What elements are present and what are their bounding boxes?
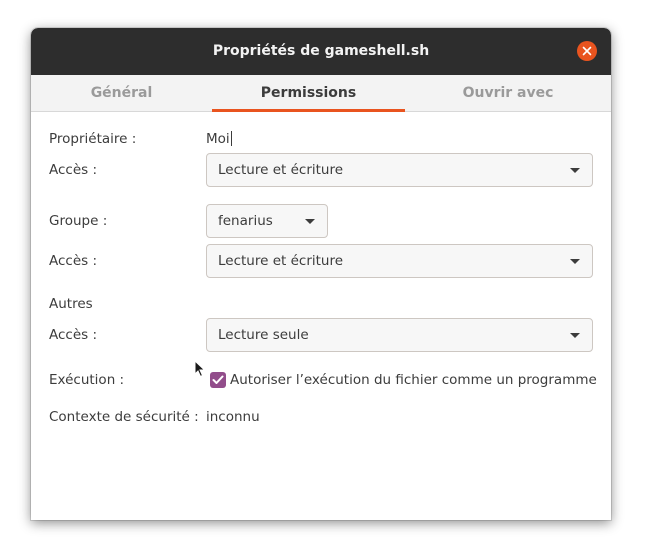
owner-access-value: Lecture et écriture	[218, 162, 344, 178]
chevron-down-icon	[570, 168, 580, 173]
chevron-down-icon	[305, 219, 315, 224]
group-access-label: Accès :	[49, 253, 98, 269]
others-access-value: Lecture seule	[218, 327, 309, 343]
others-label: Autres	[49, 296, 93, 312]
tab-general[interactable]: Général	[31, 75, 212, 111]
tab-open-with[interactable]: Ouvrir avec	[405, 75, 611, 111]
checkmark-icon	[212, 375, 224, 384]
owner-value-text: Moi	[206, 131, 230, 147]
titlebar[interactable]: Propriétés de gameshell.sh	[31, 28, 611, 75]
execute-checkbox[interactable]	[210, 372, 226, 388]
text-caret	[230, 131, 232, 146]
security-context-value: inconnu	[206, 409, 260, 425]
others-access-select[interactable]: Lecture seule	[206, 318, 593, 352]
close-icon	[582, 46, 592, 56]
tab-permissions[interactable]: Permissions	[212, 75, 405, 112]
close-button[interactable]	[577, 41, 597, 61]
properties-dialog: Propriétés de gameshell.sh Général Permi…	[31, 28, 611, 520]
tab-general-label: Général	[90, 85, 153, 101]
mouse-pointer-icon	[194, 360, 206, 378]
group-access-select[interactable]: Lecture et écriture	[206, 244, 593, 278]
tab-open-with-label: Ouvrir avec	[462, 85, 554, 101]
chevron-down-icon	[570, 259, 580, 264]
tab-permissions-label: Permissions	[260, 85, 357, 101]
owner-label: Propriétaire :	[49, 131, 137, 147]
chevron-down-icon	[570, 333, 580, 338]
execution-label: Exécution :	[49, 372, 125, 388]
owner-access-label: Accès :	[49, 162, 98, 178]
security-context-label: Contexte de sécurité :	[49, 409, 199, 425]
active-tab-indicator	[212, 109, 405, 112]
owner-access-select[interactable]: Lecture et écriture	[206, 153, 593, 187]
group-value: fenarius	[218, 213, 273, 229]
group-label: Groupe :	[49, 213, 108, 229]
execute-checkbox-label[interactable]: Autoriser l’exécution du fichier comme u…	[230, 372, 597, 388]
window-title: Propriétés de gameshell.sh	[212, 43, 430, 59]
owner-value[interactable]: Moi	[206, 131, 232, 147]
others-access-label: Accès :	[49, 327, 98, 343]
group-access-value: Lecture et écriture	[218, 253, 344, 269]
group-select[interactable]: fenarius	[206, 204, 328, 238]
tab-bar: Général Permissions Ouvrir avec	[31, 75, 611, 112]
